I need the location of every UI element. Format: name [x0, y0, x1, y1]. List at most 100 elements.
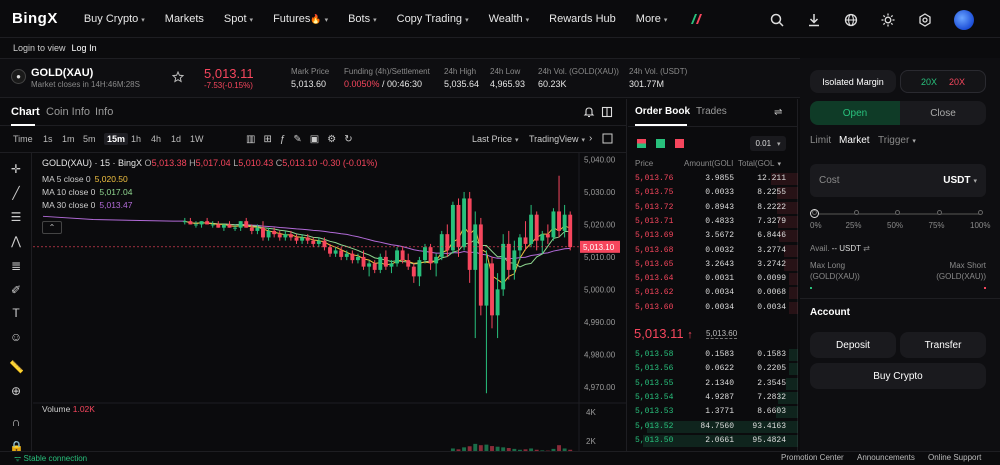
tab-chart[interactable]: Chart: [11, 106, 40, 118]
brush-icon[interactable]: ✐: [9, 283, 23, 297]
last-price-dropdown[interactable]: Last Price ▾: [472, 134, 519, 144]
ask-row[interactable]: 5,013.69 3.5672 6.8446: [628, 229, 798, 243]
nav-futures[interactable]: Futures🔥 ▾: [273, 13, 328, 25]
globe-icon[interactable]: [843, 12, 859, 28]
ask-row[interactable]: 5,013.76 3.9855 12.211: [628, 172, 798, 186]
footer-announcements[interactable]: Announcements: [857, 453, 915, 462]
close-tab-button[interactable]: Close: [900, 101, 986, 125]
slider-tick[interactable]: [936, 210, 942, 215]
ob-settings-icon[interactable]: ⇌: [774, 107, 782, 118]
buy-crypto-button[interactable]: Buy Crypto: [810, 363, 986, 389]
price-chart[interactable]: 5,040.00 5,030.00 5,020.00 5,010.00 5,000.00…: [33, 153, 627, 455]
order-type-trigger[interactable]: Trigger ▾: [878, 135, 916, 146]
settings-icon[interactable]: ⚙: [327, 134, 336, 145]
tab-coin-info[interactable]: Coin Info: [46, 106, 90, 118]
settings-gear-icon[interactable]: [917, 12, 933, 28]
timeframe-4h[interactable]: 4h: [151, 134, 161, 144]
bid-row[interactable]: 5,013.52 84.7560 93.4163: [628, 420, 798, 434]
theme-sun-icon[interactable]: [880, 12, 896, 28]
log-in-link[interactable]: Log In: [72, 43, 97, 53]
symbol-name[interactable]: GOLD(XAU): [31, 67, 93, 79]
fullscreen-icon[interactable]: [602, 133, 613, 144]
timeframe-5m[interactable]: 5m: [83, 134, 96, 144]
precision-dropdown[interactable]: 0.01 ▾: [750, 136, 786, 151]
compare-icon[interactable]: ⊞: [263, 134, 271, 145]
zoom-in-icon[interactable]: ⊕: [9, 384, 23, 398]
ask-row[interactable]: 5,013.65 3.2643 3.2742: [628, 258, 798, 272]
nav-copy-trading[interactable]: Copy Trading ▾: [397, 13, 469, 25]
bid-row[interactable]: 5,013.50 2.0661 95.4824: [628, 434, 798, 448]
open-tab-button[interactable]: Open: [810, 101, 900, 125]
tab-order-book[interactable]: Order Book: [635, 106, 690, 117]
bid-row[interactable]: 5,013.56 0.0622 0.2205: [628, 362, 798, 376]
ask-row[interactable]: 5,013.71 0.4833 7.3279: [628, 215, 798, 229]
cost-unit-dropdown[interactable]: USDT ▾: [943, 175, 977, 186]
transfer-button[interactable]: Transfer: [900, 332, 986, 358]
tradingview-dropdown[interactable]: TradingView ▾: [529, 134, 585, 144]
download-icon[interactable]: [806, 12, 822, 28]
bid-row[interactable]: 5,013.55 2.1340 2.3545: [628, 377, 798, 391]
screenshot-icon[interactable]: ▣: [310, 134, 319, 145]
user-avatar[interactable]: [954, 10, 974, 30]
deposit-button[interactable]: Deposit: [810, 332, 896, 358]
favorite-star-icon[interactable]: [171, 70, 185, 83]
nav-buy-crypto[interactable]: Buy Crypto ▾: [84, 13, 145, 25]
nav-markets[interactable]: Markets: [165, 13, 204, 25]
ask-row[interactable]: 5,013.60 0.0034 0.0034: [628, 301, 798, 315]
order-type-limit[interactable]: Limit: [810, 135, 831, 146]
emoji-icon[interactable]: ☺: [9, 330, 23, 344]
nav-wealth[interactable]: Wealth ▾: [489, 13, 530, 25]
indicator-icon[interactable]: ▥: [246, 134, 255, 145]
reset-icon[interactable]: ↻: [344, 134, 352, 145]
ob-view-asks-icon[interactable]: [675, 139, 684, 148]
slider-tick[interactable]: [978, 210, 983, 215]
timeframe-1m[interactable]: 1m: [62, 134, 75, 144]
crosshair-icon[interactable]: ✛: [9, 162, 23, 176]
bid-row[interactable]: 5,013.54 4.9287 7.2832: [628, 391, 798, 405]
nav-spot[interactable]: Spot ▾: [224, 13, 253, 25]
slider-tick[interactable]: [853, 210, 859, 215]
ob-view-both-icon[interactable]: [637, 139, 646, 148]
cost-input[interactable]: Cost USDT ▾: [810, 164, 986, 197]
isolated-margin-button[interactable]: Isolated Margin: [810, 70, 896, 93]
text-tool-icon[interactable]: T: [9, 306, 23, 320]
expand-chevron-icon[interactable]: ›: [589, 133, 592, 144]
draw-pencil-icon[interactable]: ✎: [293, 134, 301, 145]
nav-more[interactable]: More ▾: [636, 13, 668, 25]
trendline-icon[interactable]: ╱: [9, 186, 23, 200]
horizontal-lines-icon[interactable]: ☰: [9, 210, 23, 224]
search-icon[interactable]: [769, 12, 785, 28]
bid-row[interactable]: 5,013.53 1.3771 8.6603: [628, 405, 798, 419]
slider-tick[interactable]: [812, 210, 817, 215]
promo-icon[interactable]: [689, 12, 703, 26]
collapse-legend-button[interactable]: ⌃: [42, 221, 62, 234]
ob-view-bids-icon[interactable]: [656, 139, 665, 148]
ask-row[interactable]: 5,013.75 0.0033 8.2255: [628, 186, 798, 200]
pitchfork-icon[interactable]: ⋀: [9, 234, 23, 248]
ruler-icon[interactable]: 📏: [9, 360, 24, 374]
leverage-button[interactable]: 20X 20X: [900, 70, 986, 93]
magnet-icon[interactable]: ∩: [9, 415, 23, 429]
fx-icon[interactable]: ƒ: [280, 134, 286, 145]
window-layout-icon[interactable]: [601, 106, 613, 118]
footer-online-support[interactable]: Online Support: [928, 453, 981, 462]
timeframe-time[interactable]: Time: [13, 134, 33, 144]
bid-row[interactable]: 5,013.58 0.1583 0.1583: [628, 348, 798, 362]
ask-row[interactable]: 5,013.72 0.8943 8.2222: [628, 201, 798, 215]
ask-row[interactable]: 5,013.62 0.0034 0.0068: [628, 286, 798, 300]
timeframe-1w[interactable]: 1W: [190, 134, 204, 144]
ob-header-total[interactable]: Total(GOL ▾: [738, 159, 781, 168]
bell-icon[interactable]: [583, 106, 595, 118]
ask-row[interactable]: 5,013.68 0.0032 3.2774: [628, 244, 798, 258]
timeframe-1s[interactable]: 1s: [43, 134, 53, 144]
ask-row[interactable]: 5,013.64 0.0031 0.0099: [628, 272, 798, 286]
timeframe-1h[interactable]: 1h: [131, 134, 141, 144]
nav-bots[interactable]: Bots ▾: [348, 13, 377, 25]
timeframe-1d[interactable]: 1d: [171, 134, 181, 144]
order-type-market[interactable]: Market: [839, 135, 870, 146]
tab-info[interactable]: Info: [95, 106, 113, 118]
tab-trades[interactable]: Trades: [696, 106, 727, 117]
bingx-logo[interactable]: BingX: [12, 10, 58, 27]
slider-tick[interactable]: [895, 210, 900, 215]
nav-rewards-hub[interactable]: Rewards Hub: [549, 13, 616, 25]
